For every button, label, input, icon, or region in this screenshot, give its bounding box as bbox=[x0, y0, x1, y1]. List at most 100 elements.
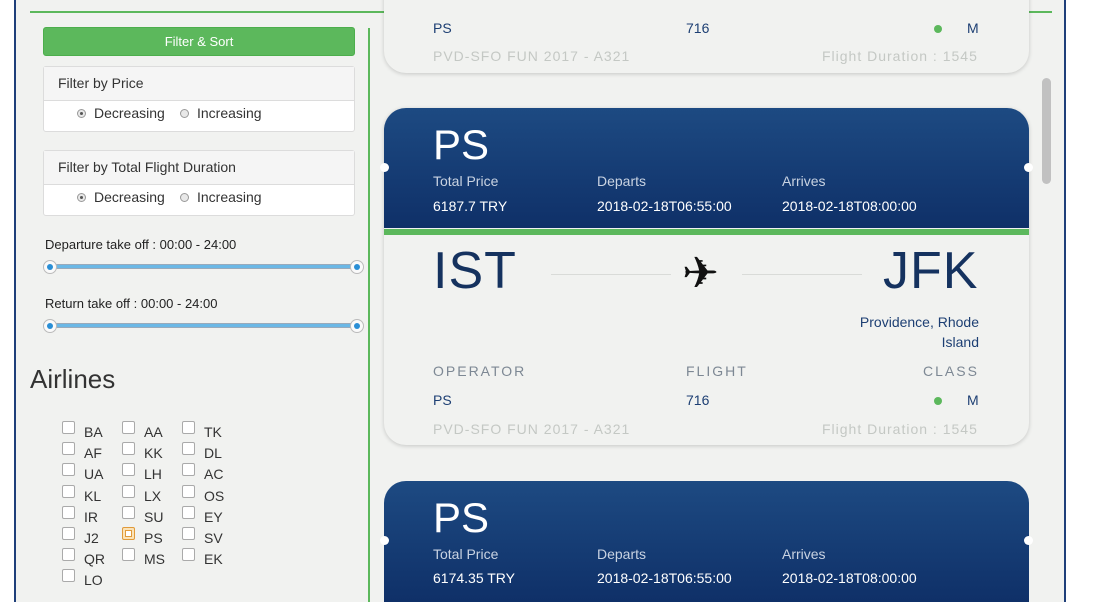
airline-checkbox-tk[interactable] bbox=[182, 421, 195, 434]
departs-label-2: Departs bbox=[597, 546, 647, 562]
airline-label-dl[interactable]: DL bbox=[204, 445, 222, 461]
destination-city-line2: Island bbox=[941, 334, 979, 350]
price-decreasing-label[interactable]: Decreasing bbox=[94, 105, 165, 121]
ticket-notch-right-2 bbox=[1024, 536, 1033, 545]
flight-card-header: PS Total Price 6187.7 TRY Departs 2018-0… bbox=[380, 108, 1033, 228]
airline-code: PS bbox=[433, 121, 490, 168]
arrives-value: 2018-02-18T08:00:00 bbox=[782, 198, 917, 214]
airline-checkbox-aa[interactable] bbox=[122, 421, 135, 434]
airline-label-ms[interactable]: MS bbox=[144, 551, 165, 567]
airline-checkbox-lo[interactable] bbox=[62, 569, 75, 582]
destination-airport-code: JFK bbox=[883, 242, 979, 300]
operator-value: PS bbox=[433, 392, 452, 408]
airline-checkbox-ua[interactable] bbox=[62, 463, 75, 476]
airline-label-qr[interactable]: QR bbox=[84, 551, 105, 567]
operator-label: OPERATOR bbox=[433, 363, 527, 379]
class-label: CLASS bbox=[923, 363, 979, 379]
return-slider-max-handle[interactable] bbox=[350, 319, 364, 333]
price-increasing-radio[interactable] bbox=[180, 109, 189, 118]
airline-label-lh[interactable]: LH bbox=[144, 466, 162, 482]
return-slider-min-handle[interactable] bbox=[43, 319, 57, 333]
airline-label-lo[interactable]: LO bbox=[84, 572, 103, 588]
total-price-value: 6187.7 TRY bbox=[433, 198, 508, 214]
partial-class-value: M bbox=[967, 20, 979, 36]
total-price-value-2: 6174.35 TRY bbox=[433, 570, 515, 586]
destination-city: Providence, Rhode Island bbox=[779, 312, 979, 352]
price-increasing-label[interactable]: Increasing bbox=[197, 105, 262, 121]
airline-label-tk[interactable]: TK bbox=[204, 424, 222, 440]
airline-label-lx[interactable]: LX bbox=[144, 488, 161, 504]
flight-label: FLIGHT bbox=[686, 363, 748, 379]
departure-range-label: Departure take off : 00:00 - 24:00 bbox=[45, 237, 237, 252]
duration-filter-title: Filter by Total Flight Duration bbox=[44, 151, 354, 185]
duration-increasing-radio[interactable] bbox=[180, 193, 189, 202]
duration-decreasing-label[interactable]: Decreasing bbox=[94, 189, 165, 205]
duration-decreasing-radio[interactable] bbox=[77, 193, 86, 202]
departs-label: Departs bbox=[597, 173, 647, 189]
airline-checkbox-dl[interactable] bbox=[182, 442, 195, 455]
departure-slider-min-handle[interactable] bbox=[43, 260, 57, 274]
partial-class-dot bbox=[934, 25, 942, 33]
airline-label-af[interactable]: AF bbox=[84, 445, 102, 461]
airline-checkbox-j2[interactable] bbox=[62, 527, 75, 540]
total-price-label: Total Price bbox=[433, 173, 499, 189]
airline-label-ba[interactable]: BA bbox=[84, 424, 103, 440]
airline-checkbox-os[interactable] bbox=[182, 485, 195, 498]
airline-label-os[interactable]: OS bbox=[204, 488, 224, 504]
duration-filter-box: Filter by Total Flight Duration Decreasi… bbox=[43, 150, 355, 216]
airline-label-ua[interactable]: UA bbox=[84, 466, 103, 482]
airline-checkbox-ms[interactable] bbox=[122, 548, 135, 561]
price-decreasing-radio[interactable] bbox=[77, 109, 86, 118]
airline-label-kl[interactable]: KL bbox=[84, 488, 101, 504]
airline-checkbox-ac[interactable] bbox=[182, 463, 195, 476]
arrives-label: Arrives bbox=[782, 173, 826, 189]
airline-label-j2[interactable]: J2 bbox=[84, 530, 99, 546]
partial-operator-value: PS bbox=[433, 20, 452, 36]
airline-checkbox-kk[interactable] bbox=[122, 442, 135, 455]
flight-value: 716 bbox=[686, 392, 710, 408]
airline-label-sv[interactable]: SV bbox=[204, 530, 223, 546]
airline-checkbox-kl[interactable] bbox=[62, 485, 75, 498]
airline-label-ey[interactable]: EY bbox=[204, 509, 223, 525]
return-slider-track[interactable] bbox=[50, 323, 357, 328]
duration-increasing-label[interactable]: Increasing bbox=[197, 189, 262, 205]
airline-label-su[interactable]: SU bbox=[144, 509, 163, 525]
airline-checkbox-qr[interactable] bbox=[62, 548, 75, 561]
airline-label-aa[interactable]: AA bbox=[144, 424, 163, 440]
ticket-notch-right bbox=[1024, 163, 1033, 172]
airline-checkbox-af[interactable] bbox=[62, 442, 75, 455]
airline-checkbox-ek[interactable] bbox=[182, 548, 195, 561]
airline-checkbox-lh[interactable] bbox=[122, 463, 135, 476]
airline-checkbox-ir[interactable] bbox=[62, 506, 75, 519]
ticket-notch-left bbox=[380, 163, 389, 172]
airline-label-ps[interactable]: PS bbox=[144, 530, 163, 546]
class-value: M bbox=[967, 392, 979, 408]
departure-slider-max-handle[interactable] bbox=[350, 260, 364, 274]
destination-city-line1: Providence, Rhode bbox=[859, 314, 979, 330]
airline-checkbox-sv[interactable] bbox=[182, 527, 195, 540]
airline-label-ir[interactable]: IR bbox=[84, 509, 98, 525]
route-line-right bbox=[742, 274, 862, 275]
flight-card-header-2[interactable]: PS Total Price 6174.35 TRY Departs 2018-… bbox=[380, 481, 1033, 602]
airline-label-ek[interactable]: EK bbox=[204, 551, 223, 567]
route-line-left bbox=[551, 274, 671, 275]
airline-checkbox-su[interactable] bbox=[122, 506, 135, 519]
plane-icon: ✈ bbox=[682, 249, 719, 298]
airlines-title: Airlines bbox=[30, 364, 116, 394]
airline-checkbox-ey[interactable] bbox=[182, 506, 195, 519]
airline-code-2: PS bbox=[433, 494, 490, 541]
class-status-dot bbox=[934, 397, 942, 405]
airline-checkbox-ps[interactable] bbox=[122, 527, 135, 540]
departure-slider-track[interactable] bbox=[50, 264, 357, 269]
filter-sort-button[interactable]: Filter & Sort bbox=[43, 27, 355, 56]
airline-label-kk[interactable]: KK bbox=[144, 445, 163, 461]
return-range-label: Return take off : 00:00 - 24:00 bbox=[45, 296, 218, 311]
price-filter-box: Filter by Price Decreasing Increasing bbox=[43, 66, 355, 132]
airline-checkbox-ba[interactable] bbox=[62, 421, 75, 434]
panel-divider bbox=[368, 28, 370, 602]
departs-value-2: 2018-02-18T06:55:00 bbox=[597, 570, 732, 586]
origin-airport-code: IST bbox=[433, 242, 517, 300]
airline-checkbox-lx[interactable] bbox=[122, 485, 135, 498]
results-scrollbar-thumb[interactable] bbox=[1042, 78, 1051, 184]
airline-label-ac[interactable]: AC bbox=[204, 466, 223, 482]
